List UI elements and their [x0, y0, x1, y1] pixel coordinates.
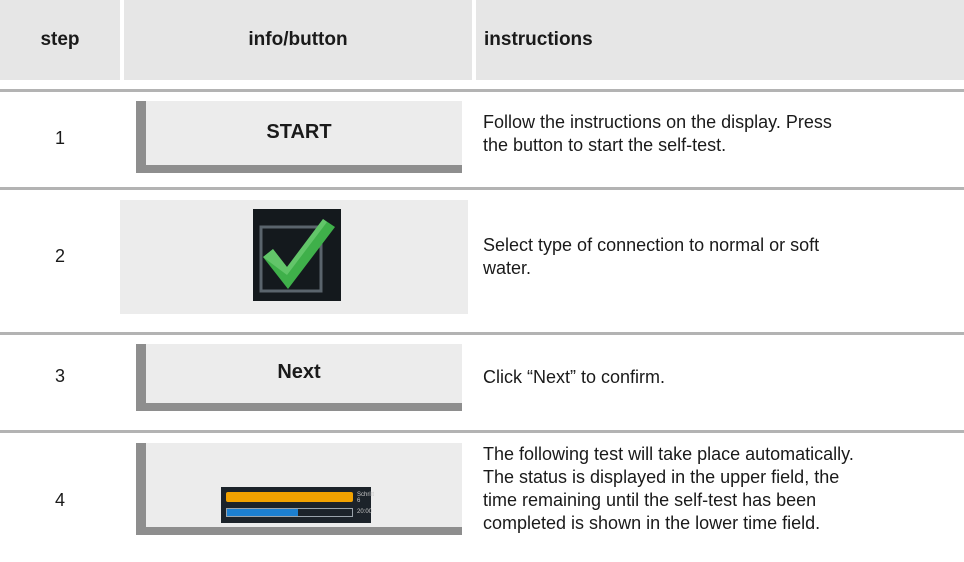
status-label: Schritt 6 [357, 492, 375, 504]
instruction-text: Click “Next” to confirm. [483, 367, 666, 387]
header-info: info/button [248, 29, 348, 50]
start-button[interactable]: START [136, 101, 462, 173]
time-field [226, 508, 353, 517]
row-divider [0, 430, 964, 433]
step-number: 3 [54, 366, 65, 386]
connection-checkbox[interactable] [253, 209, 341, 301]
header-instructions: instructions [484, 29, 593, 50]
time-progress [227, 509, 299, 516]
row-divider [0, 332, 964, 335]
check-icon [259, 219, 335, 293]
instruction-text: Follow the instructions on the display. … [483, 112, 832, 155]
self-test-display: Schritt 6 20:00 [136, 443, 462, 535]
step-number: 4 [54, 490, 65, 510]
next-button-label: Next [277, 361, 321, 383]
header-step: step [40, 29, 80, 50]
step-number: 1 [54, 128, 65, 148]
instruction-text: Select type of connection to normal or s… [483, 235, 820, 278]
next-button[interactable]: Next [136, 344, 462, 411]
table-header: step info/button instructions [0, 0, 964, 80]
row-divider [0, 187, 964, 190]
time-label: 20:00 [357, 509, 373, 515]
instruction-text: The following test will take place autom… [483, 444, 854, 533]
status-bar [226, 492, 353, 502]
start-button-label: START [266, 121, 332, 143]
row-divider [0, 89, 964, 92]
step-number: 2 [54, 246, 65, 266]
header-divider [472, 0, 476, 80]
status-display: Schritt 6 20:00 [221, 487, 375, 523]
